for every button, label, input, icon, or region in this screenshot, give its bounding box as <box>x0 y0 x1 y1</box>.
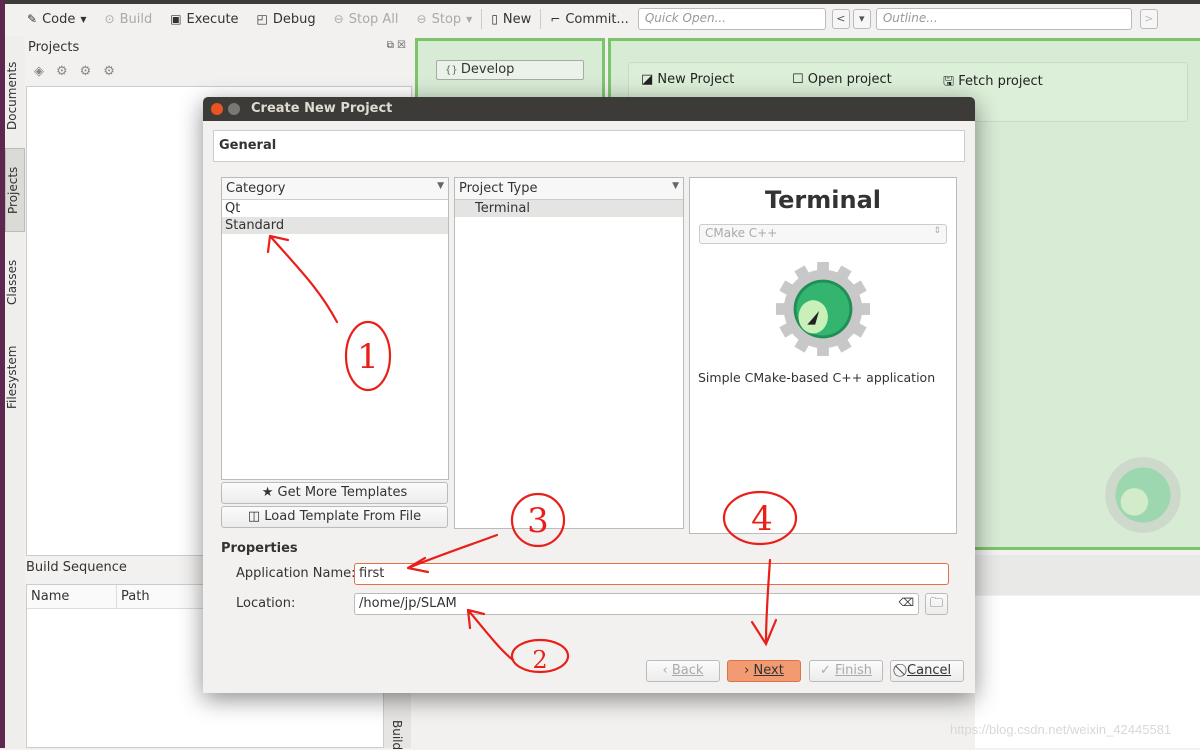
column-name[interactable]: Name <box>27 585 117 608</box>
gear-tooth <box>817 261 829 276</box>
execute-icon: ▣ <box>170 12 182 26</box>
create-project-dialog: Create New Project General Category ▼ Qt … <box>203 97 975 693</box>
cancel-button[interactable]: ⃠ Cancel <box>890 660 964 682</box>
kdevelop-logo-icon <box>1105 457 1181 533</box>
location-label: Location: <box>236 596 296 611</box>
forward-nav-button[interactable]: > <box>1139 9 1158 29</box>
template-preview: Terminal CMake C++ ⇕ Simple CMake-based C… <box>689 177 957 534</box>
back-button[interactable]: ‹ Back <box>646 660 720 682</box>
projects-title: Projects <box>28 40 80 55</box>
folder-icon: ☐ <box>792 72 808 87</box>
stop-button[interactable]: ⊖ Stop ▼ <box>408 12 482 27</box>
pencil-icon: ✎ <box>27 12 38 26</box>
app-name-input[interactable]: first <box>354 563 949 585</box>
outline-input[interactable]: Outline... <box>875 8 1132 30</box>
browse-folder-button[interactable]: 🗀 <box>925 593 948 615</box>
category-item-qt[interactable]: Qt <box>222 200 448 217</box>
tab-projects[interactable]: Projects <box>5 148 25 232</box>
location-input[interactable]: /home/jp/SLAM ⌫ <box>354 593 919 615</box>
debug-button[interactable]: ◰ Debug <box>248 12 325 27</box>
project-type-terminal[interactable]: Terminal <box>455 200 683 217</box>
star-icon: ★ <box>261 485 278 500</box>
category-header[interactable]: Category ▼ <box>222 178 448 200</box>
stop-icon: ⊖ <box>416 12 427 26</box>
new-file-icon: ▯ <box>491 12 498 26</box>
project-type-header[interactable]: Project Type ▼ <box>455 178 683 200</box>
project-tool-icons[interactable]: ◈⚙⚙⚙ <box>34 64 127 79</box>
open-project-button[interactable]: ☐ Open project <box>792 72 892 87</box>
finish-button[interactable]: ✓ Finish <box>809 660 883 682</box>
stop-icon: ⊖ <box>333 12 344 26</box>
build-system-select[interactable]: CMake C++ ⇕ <box>699 224 947 244</box>
app-name-label: Application Name: <box>236 566 356 581</box>
divider-strip <box>975 555 1200 595</box>
build-side-tab[interactable]: Build <box>383 690 411 750</box>
column-path[interactable]: Path <box>117 585 207 608</box>
properties-title: Properties <box>221 541 298 556</box>
save-icon: 🖫 <box>943 74 959 89</box>
minimize-icon[interactable] <box>228 103 240 115</box>
stop-all-button[interactable]: ⊖ Stop All <box>325 12 408 27</box>
category-item-standard[interactable]: Standard <box>222 217 448 234</box>
new-button[interactable]: ▯ New <box>482 12 540 27</box>
preview-description: Simple CMake-based C++ application <box>698 370 936 385</box>
tab-documents[interactable]: Documents <box>5 46 25 146</box>
load-template-button[interactable]: ◫ Load Template From File <box>221 506 448 528</box>
get-more-templates-button[interactable]: ★ Get More Templates <box>221 482 448 504</box>
general-section-header: General <box>213 130 965 162</box>
build-button[interactable]: ⊙ Build <box>96 12 162 27</box>
category-list[interactable]: Category ▼ Qt Standard <box>221 177 449 480</box>
quick-open-input[interactable]: Quick Open... <box>637 8 826 30</box>
watermark: https://blog.csdn.net/weixin_42445581 <box>950 722 1172 737</box>
tab-filesystem[interactable]: Filesystem <box>5 332 25 422</box>
gear-tooth <box>817 342 829 357</box>
folder-icon: 🗀 <box>929 596 943 611</box>
develop-button[interactable]: {} Develop <box>436 60 584 80</box>
side-tab-strip: Documents Projects Classes Filesystem <box>5 36 25 748</box>
file-icon: ◫ <box>247 509 265 524</box>
code-button[interactable]: ✎ Code ▼ <box>5 12 96 27</box>
main-toolbar: ✎ Code ▼ ⊙ Build ▣ Execute ◰ Debug ⊖ Stop All … <box>5 4 1200 34</box>
fetch-project-button[interactable]: 🖫 Fetch project <box>943 72 1043 94</box>
gear-tooth <box>856 303 871 315</box>
preview-title: Terminal <box>764 186 882 214</box>
panel-controls[interactable]: ⧉ ☒ <box>387 40 406 51</box>
build-icon: ⊙ <box>104 12 115 26</box>
project-type-list[interactable]: Project Type ▼ Terminal <box>454 177 684 529</box>
clear-icon[interactable]: ⌫ <box>898 596 914 609</box>
debug-icon: ◰ <box>256 12 268 26</box>
new-project-icon: ◪ <box>641 72 658 87</box>
execute-button[interactable]: ▣ Execute <box>161 12 247 27</box>
close-icon[interactable] <box>211 103 223 115</box>
commit-icon: ⌐ <box>550 12 561 26</box>
tab-classes[interactable]: Classes <box>5 246 25 318</box>
build-sequence-title: Build Sequence <box>26 560 127 575</box>
commit-button[interactable]: ⌐ Commit... <box>541 12 638 27</box>
new-project-button[interactable]: ◪ New Project <box>641 72 734 87</box>
kdevelop-logo-icon <box>775 261 871 357</box>
dialog-titlebar: Create New Project <box>203 97 975 121</box>
nav-dropdown-button[interactable]: ▾ <box>852 9 871 29</box>
back-nav-button[interactable]: < <box>831 9 850 29</box>
next-button[interactable]: › Next <box>727 660 801 682</box>
gear-tooth <box>775 303 790 315</box>
